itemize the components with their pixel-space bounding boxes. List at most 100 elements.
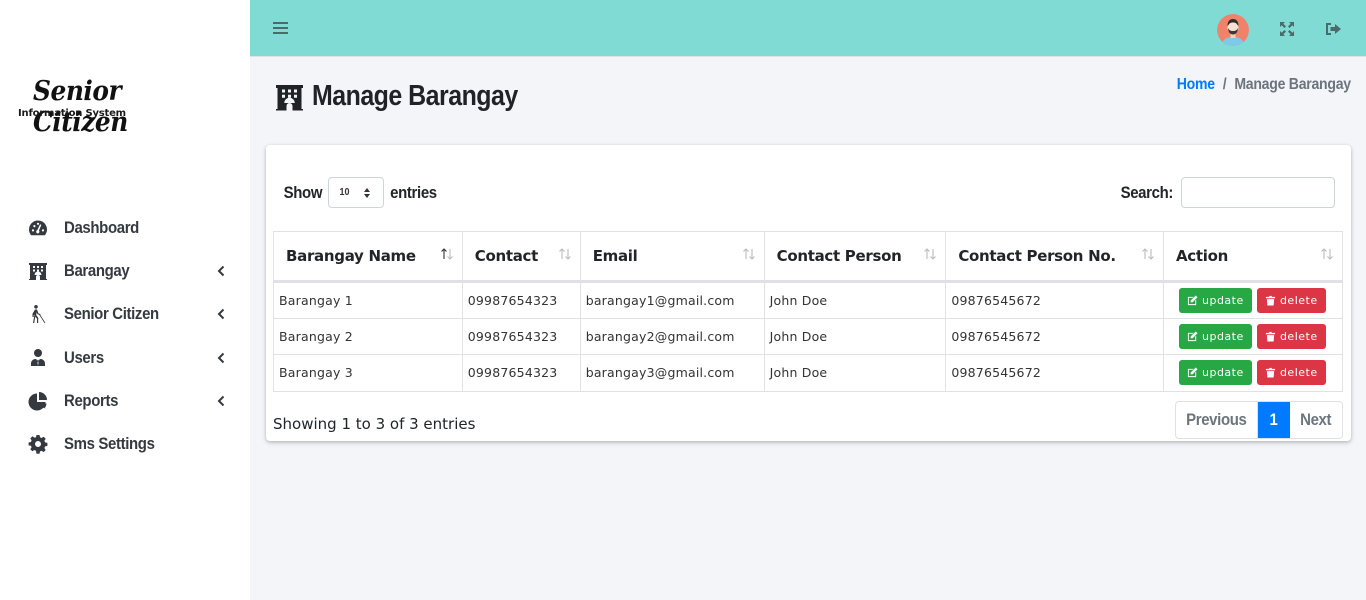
page-length-value: 10 [339, 187, 350, 198]
cell-contact-person-no: 09876545672 [945, 281, 1164, 319]
logo-title: Senior Citizen [33, 76, 128, 138]
trash-icon [1265, 331, 1276, 342]
sort-icon [1321, 248, 1333, 260]
cell-barangay-name: Barangay 3 [273, 354, 463, 392]
page-title-text: Manage Barangay [312, 80, 518, 112]
topbar [250, 0, 1366, 57]
sidebar-item-label: Users [64, 347, 104, 367]
entries-label: entries [389, 182, 437, 202]
pie-chart-icon [27, 390, 49, 412]
column-header-barangay-name[interactable]: Barangay Name [273, 231, 463, 283]
building-icon [27, 260, 49, 282]
sidebar-item-users[interactable]: Users [0, 336, 250, 379]
sort-icon [1142, 248, 1154, 260]
sort-icon [558, 248, 571, 260]
pagination-next-label: Next [1300, 410, 1332, 429]
column-header-label: Email [592, 247, 638, 265]
chevron-left-icon [216, 307, 226, 321]
cell-action: update delete [1162, 354, 1344, 392]
cell-contact-person-no: 09876545672 [945, 317, 1164, 356]
column-header-label: Contact Person No. [958, 247, 1116, 265]
barangay-table-card: Show 10 entries Search: Barangay Name Co… [266, 145, 1351, 441]
cell-email: barangay2@gmail.com [579, 317, 765, 356]
pagination-page-1[interactable]: 1 [1258, 402, 1290, 438]
delete-button[interactable]: delete [1256, 360, 1326, 386]
hamburger-icon[interactable] [273, 19, 289, 37]
sort-icon [742, 248, 755, 260]
edit-icon [1187, 367, 1198, 378]
page-length-control: Show 10 entries [281, 177, 440, 208]
breadcrumb-home-link[interactable]: Home [1177, 76, 1215, 94]
sidebar-item-senior-citizen[interactable]: Senior Citizen [0, 293, 250, 336]
column-header-label: Action [1175, 247, 1228, 265]
sidebar-item-dashboard[interactable]: Dashboard [0, 206, 250, 249]
cell-action: update delete [1162, 281, 1344, 319]
search-control: Search: [1117, 177, 1335, 208]
search-input[interactable] [1181, 177, 1335, 208]
pagination-previous[interactable]: Previous [1176, 402, 1258, 438]
column-header-action[interactable]: Action [1162, 231, 1344, 283]
trash-icon [1265, 368, 1276, 379]
page-length-select[interactable]: 10 [327, 177, 384, 208]
pagination-page-label: 1 [1270, 410, 1278, 429]
expand-icon[interactable] [1278, 20, 1296, 38]
building-icon [276, 84, 303, 110]
cell-contact: 09987654323 [461, 317, 581, 356]
sort-icon [440, 248, 453, 260]
sidebar-item-reports[interactable]: Reports [0, 379, 250, 422]
update-button[interactable]: update [1178, 360, 1252, 386]
sidebar-item-label: Senior Citizen [64, 304, 159, 324]
column-header-contact[interactable]: Contact [461, 231, 581, 283]
column-header-label: Contact Person [776, 247, 902, 265]
column-header-contact-person-no[interactable]: Contact Person No. [945, 231, 1164, 283]
sidebar-item-sms-settings[interactable]: Sms Settings [0, 422, 250, 465]
cell-contact-person: John Doe [763, 281, 947, 319]
delete-label: delete [1279, 293, 1318, 307]
cell-email: barangay1@gmail.com [579, 281, 765, 319]
pagination: Previous 1 Next [1175, 401, 1343, 439]
delete-button[interactable]: delete [1256, 323, 1326, 349]
cell-contact-person: John Doe [763, 317, 947, 356]
cell-barangay-name: Barangay 2 [273, 317, 463, 356]
cell-contact-person-no: 09876545672 [945, 354, 1164, 392]
cell-action: update delete [1162, 317, 1344, 356]
sidebar-item-label: Dashboard [64, 217, 139, 237]
update-label: update [1201, 329, 1244, 343]
sidebar-item-barangay[interactable]: Barangay [0, 249, 250, 292]
column-header-contact-person[interactable]: Contact Person [763, 231, 947, 283]
table-header-row: Barangay Name Contact Email Contact Pers… [273, 231, 1344, 283]
pagination-next[interactable]: Next [1290, 402, 1342, 438]
edit-icon [1187, 295, 1198, 305]
user-tie-icon [27, 347, 49, 369]
sign-out-icon[interactable] [1324, 20, 1342, 38]
table-info: Showing 1 to 3 of 3 entries [273, 415, 476, 433]
cell-contact: 09987654323 [461, 281, 581, 319]
sidebar-item-label: Reports [64, 390, 119, 410]
breadcrumb: Home / Manage Barangay [1177, 76, 1351, 94]
page-title: Manage Barangay [274, 80, 551, 113]
cell-contact-person: John Doe [763, 354, 947, 392]
edit-icon [1187, 331, 1198, 341]
sidebar-item-label: Sms Settings [64, 434, 155, 454]
gear-icon [27, 433, 49, 455]
cell-barangay-name: Barangay 1 [273, 281, 463, 319]
trash-icon [1265, 295, 1276, 306]
cell-contact: 09987654323 [461, 354, 581, 392]
show-label: Show [283, 182, 323, 202]
sort-icon [924, 248, 937, 260]
barangay-table: Barangay Name Contact Email Contact Pers… [273, 231, 1344, 392]
table-row: Barangay 2 09987654323 barangay2@gmail.c… [273, 317, 1344, 356]
chevron-left-icon [216, 394, 226, 408]
update-button[interactable]: update [1178, 323, 1252, 349]
delete-label: delete [1279, 366, 1318, 380]
pagination-previous-label: Previous [1186, 410, 1247, 429]
delete-button[interactable]: delete [1256, 287, 1326, 313]
table-row: Barangay 3 09987654323 barangay3@gmail.c… [273, 354, 1344, 392]
column-header-email[interactable]: Email [579, 231, 765, 283]
delete-label: delete [1279, 329, 1318, 343]
app-logo[interactable]: Senior Citizen Information System [18, 76, 188, 138]
sidebar-item-label: Barangay [64, 260, 130, 280]
user-avatar-icon[interactable] [1217, 14, 1249, 46]
tachometer-icon [27, 217, 49, 239]
update-button[interactable]: update [1178, 287, 1252, 313]
